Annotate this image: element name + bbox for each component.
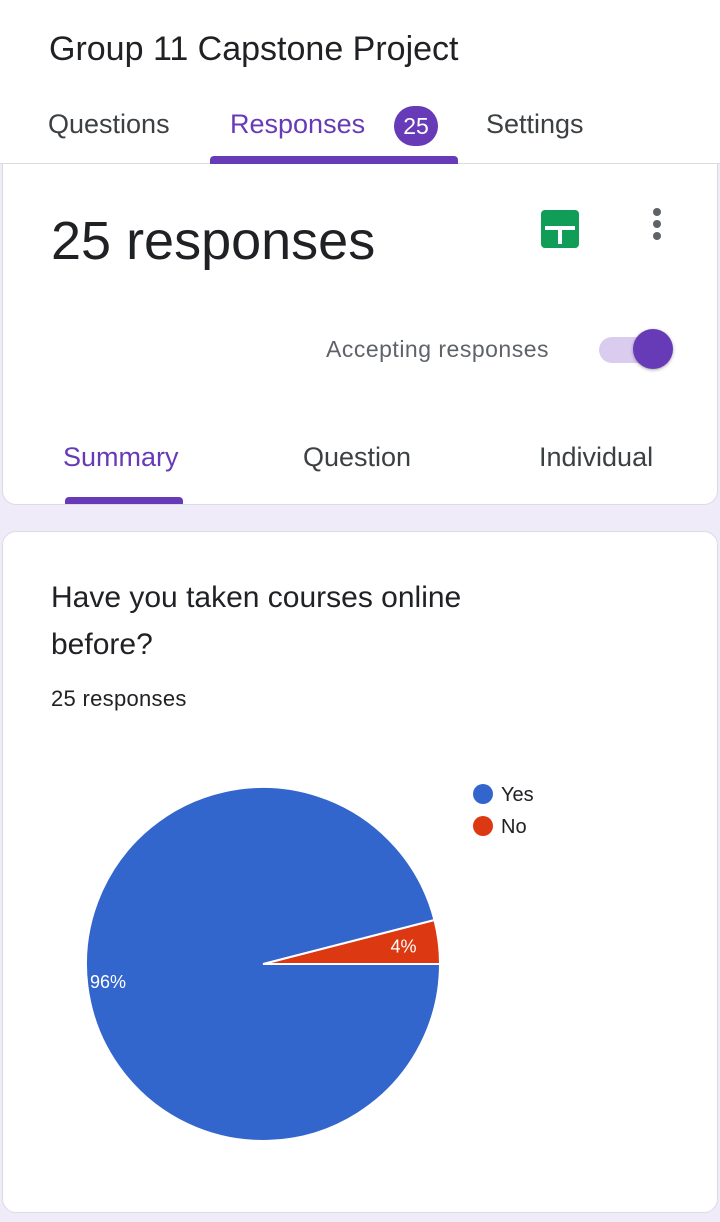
pie-label-no: 4% bbox=[390, 936, 416, 956]
active-tab-indicator bbox=[210, 156, 458, 164]
form-title: Group 11 Capstone Project bbox=[49, 30, 459, 68]
dot bbox=[653, 232, 661, 240]
tab-summary[interactable]: Summary bbox=[63, 442, 179, 473]
response-count-title: 25 responses bbox=[51, 211, 376, 271]
legend-label-no: No bbox=[501, 816, 527, 838]
pie-slice-yes[interactable] bbox=[85, 786, 442, 1142]
pie-chart: 4% 96% Yes No bbox=[85, 784, 534, 1142]
dot bbox=[653, 208, 661, 216]
tab-responses[interactable]: Responses bbox=[230, 109, 365, 140]
legend-swatch-no bbox=[473, 816, 493, 836]
tab-questions[interactable]: Questions bbox=[48, 109, 170, 140]
accepting-responses-label: Accepting responses bbox=[326, 336, 550, 362]
question-summary-card: Have you taken courses online before? 25… bbox=[2, 531, 718, 1213]
toggle-thumb bbox=[633, 329, 673, 369]
tab-settings[interactable]: Settings bbox=[486, 109, 584, 140]
accepting-responses-toggle[interactable] bbox=[599, 329, 673, 369]
dot bbox=[653, 220, 661, 228]
tab-question[interactable]: Question bbox=[303, 442, 411, 473]
more-vert-icon[interactable] bbox=[643, 208, 671, 248]
responses-summary-card: 25 responses Accepting responses Summary… bbox=[2, 164, 718, 505]
legend-swatch-yes bbox=[473, 784, 493, 804]
google-sheets-icon[interactable] bbox=[541, 210, 579, 248]
tab-individual[interactable]: Individual bbox=[539, 442, 653, 473]
pie-label-yes: 96% bbox=[90, 972, 126, 992]
responses-count-badge: 25 bbox=[394, 106, 438, 146]
form-header: Group 11 Capstone Project Questions Resp… bbox=[0, 0, 720, 164]
legend-label-yes: Yes bbox=[501, 784, 534, 806]
summary-tab-indicator bbox=[65, 497, 183, 504]
